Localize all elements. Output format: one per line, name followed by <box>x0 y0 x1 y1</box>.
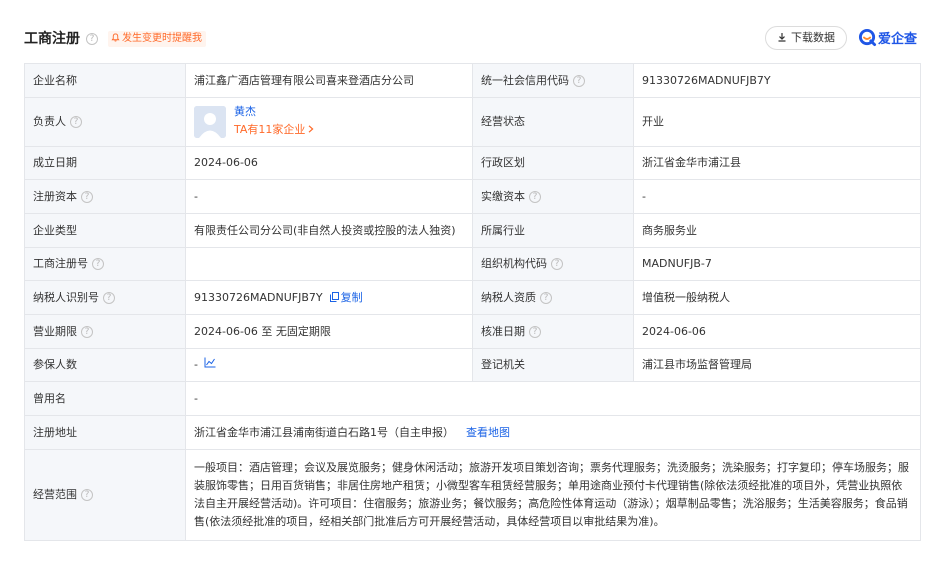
download-arrow-icon <box>778 33 786 42</box>
avatar[interactable] <box>194 106 226 138</box>
address-label: 注册地址 <box>24 415 186 450</box>
founded-label: 成立日期 <box>24 146 186 180</box>
table-row: 注册资本? - 实缴资本? - <box>24 179 921 214</box>
scope-label: 经营范围? <box>24 449 186 541</box>
taxpayer-type-value: 增值税一般纳税人 <box>633 280 921 315</box>
status-value: 开业 <box>633 97 921 147</box>
former-name-label: 曾用名 <box>24 381 186 416</box>
question-circle-icon[interactable]: ? <box>81 489 93 501</box>
change-alert-link[interactable]: 发生变更时提醒我 <box>108 31 206 47</box>
founded-value: 2024-06-06 <box>185 146 473 180</box>
taxpayer-id-label: 纳税人识别号? <box>24 280 186 315</box>
table-row: 注册地址 浙江省金华市浦江县浦南街道白石路1号（自主申报） 查看地图 <box>24 415 921 450</box>
table-row: 营业期限? 2024-06-06 至 无固定期限 核准日期? 2024-06-0… <box>24 314 921 349</box>
legal-person-cell: 黄杰 TA有11家企业 <box>185 97 473 147</box>
table-row: 企业类型 有限责任公司分公司(非自然人投资或控股的法人独资) 所属行业 商务服务… <box>24 213 921 248</box>
question-circle-icon[interactable]: ? <box>81 190 93 203</box>
legal-person-name[interactable]: 黄杰 <box>234 104 256 120</box>
scope-value: 一般项目：酒店管理；会议及展览服务；健身休闲活动；旅游开发项目策划咨询；票务代理… <box>185 449 921 541</box>
company-type-label: 企业类型 <box>24 213 186 248</box>
question-circle-icon[interactable]: ? <box>529 190 541 203</box>
insured-value: - <box>194 358 198 371</box>
chevron-right-icon <box>308 125 314 133</box>
approval-date-label: 核准日期? <box>472 314 634 349</box>
org-code-label: 组织机构代码? <box>472 247 634 281</box>
question-circle-icon[interactable]: ? <box>70 116 82 128</box>
question-circle-icon[interactable]: ? <box>92 258 104 270</box>
section-header: 工商注册 ? 发生变更时提醒我 下载数据 爱企查 <box>24 24 920 54</box>
question-circle-icon[interactable]: ? <box>81 325 93 338</box>
insured-label: 参保人数 <box>24 348 186 382</box>
legal-person-label: 负责人? <box>24 97 186 147</box>
section-title: 工商注册 <box>24 31 80 47</box>
paid-capital-label: 实缴资本? <box>472 179 634 214</box>
copy-button[interactable]: 复制 <box>329 291 363 304</box>
taxpayer-type-label: 纳税人资质? <box>472 280 634 315</box>
question-circle-icon[interactable]: ? <box>529 325 541 338</box>
region-value: 浙江省金华市浦江县 <box>633 146 921 180</box>
status-label: 经营状态 <box>472 97 634 147</box>
authority-value: 浦江县市场监督管理局 <box>633 348 921 382</box>
download-data-button[interactable]: 下载数据 <box>765 26 847 50</box>
related-companies-link[interactable]: TA有11家企业 <box>234 122 314 138</box>
business-info-table: 企业名称 浦江鑫广酒店管理有限公司喜来登酒店分公司 统一社会信用代码? 9133… <box>24 63 921 541</box>
address-value: 浙江省金华市浦江县浦南街道白石路1号（自主申报） <box>194 425 454 439</box>
table-row: 企业名称 浦江鑫广酒店管理有限公司喜来登酒店分公司 统一社会信用代码? 9133… <box>24 63 921 98</box>
reg-no-value <box>185 247 473 281</box>
download-data-label: 下载数据 <box>791 31 835 44</box>
question-circle-icon[interactable]: ? <box>551 258 563 270</box>
paid-capital-value: - <box>633 179 921 214</box>
change-alert-text: 发生变更时提醒我 <box>122 33 202 44</box>
business-term-label: 营业期限? <box>24 314 186 349</box>
business-term-value: 2024-06-06 至 无固定期限 <box>185 314 473 349</box>
table-row: 曾用名 - <box>24 381 921 416</box>
industry-value: 商务服务业 <box>633 213 921 248</box>
reg-capital-value: - <box>185 179 473 214</box>
view-map-link[interactable]: 查看地图 <box>466 426 510 439</box>
question-circle-icon[interactable]: ? <box>540 291 552 304</box>
credit-code-label: 统一社会信用代码? <box>472 63 634 98</box>
table-row: 经营范围? 一般项目：酒店管理；会议及展览服务；健身休闲活动；旅游开发项目策划咨… <box>24 449 921 541</box>
address-cell: 浙江省金华市浦江县浦南街道白石路1号（自主申报） 查看地图 <box>185 415 921 450</box>
org-code-value: MADNUFJB-7 <box>633 247 921 281</box>
table-row: 负责人? 黄杰 TA有11家企业 经营状态 开业 <box>24 97 921 147</box>
company-name-label: 企业名称 <box>24 63 186 98</box>
insured-cell: - <box>185 348 473 382</box>
region-label: 行政区划 <box>472 146 634 180</box>
trend-chart-icon[interactable] <box>204 357 216 368</box>
industry-label: 所属行业 <box>472 213 634 248</box>
avatar-person-icon <box>194 106 226 138</box>
brand-name: 爱企查 <box>878 32 918 47</box>
authority-label: 登记机关 <box>472 348 634 382</box>
former-name-value: - <box>185 381 921 416</box>
table-row: 参保人数 - 登记机关 浦江县市场监督管理局 <box>24 348 921 382</box>
brand-logo-icon <box>858 28 877 47</box>
approval-date-value: 2024-06-06 <box>633 314 921 349</box>
taxpayer-id-value: 91330726MADNUFJB7Y <box>194 290 323 304</box>
question-circle-icon[interactable]: ? <box>573 74 585 87</box>
credit-code-value: 91330726MADNUFJB7Y <box>633 63 921 98</box>
question-circle-icon[interactable]: ? <box>103 291 115 304</box>
company-type-value: 有限责任公司分公司(非自然人投资或控股的法人独资) <box>185 213 473 248</box>
question-circle-icon[interactable]: ? <box>86 33 98 45</box>
copy-icon <box>329 291 339 302</box>
brand[interactable]: 爱企查 <box>858 28 917 48</box>
table-row: 成立日期 2024-06-06 行政区划 浙江省金华市浦江县 <box>24 146 921 180</box>
bell-icon <box>111 33 120 42</box>
reg-capital-label: 注册资本? <box>24 179 186 214</box>
reg-no-label: 工商注册号? <box>24 247 186 281</box>
taxpayer-id-cell: 91330726MADNUFJB7Y 复制 <box>185 280 473 315</box>
table-row: 纳税人识别号? 91330726MADNUFJB7Y 复制 纳税人资质? 增值税一… <box>24 280 921 315</box>
table-row: 工商注册号? 组织机构代码? MADNUFJB-7 <box>24 247 921 281</box>
company-name-value: 浦江鑫广酒店管理有限公司喜来登酒店分公司 <box>185 63 473 98</box>
